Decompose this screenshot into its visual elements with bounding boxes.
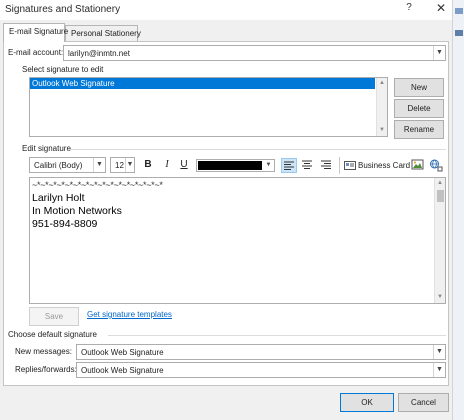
- chevron-down-icon: ▼: [265, 162, 272, 168]
- align-left-icon: [284, 161, 294, 170]
- italic-button[interactable]: I: [160, 157, 174, 174]
- signature-editor[interactable]: ~*~*~*~*~*~*~*~*~*~*~*~*~*~*~*~* Larilyn…: [29, 177, 446, 304]
- chevron-down-icon: ▼: [433, 345, 445, 359]
- business-card-button[interactable]: Business Card: [343, 158, 410, 173]
- font-color-select[interactable]: ▼: [196, 159, 275, 172]
- signature-list[interactable]: Outlook Web Signature ▲ ▼: [29, 77, 388, 137]
- rename-signature-button[interactable]: Rename: [394, 120, 444, 139]
- font-size-select[interactable]: 12 ▼: [110, 157, 135, 173]
- default-signature-label: Choose default signature: [8, 330, 97, 339]
- scroll-up-icon[interactable]: ▲: [377, 78, 387, 89]
- business-card-label: Business Card: [358, 161, 411, 170]
- chevron-down-icon: ▼: [93, 158, 105, 172]
- email-account-value: larilyn@inmtn.net: [68, 49, 130, 58]
- font-color-swatch: [198, 161, 262, 170]
- cancel-button[interactable]: Cancel: [398, 393, 449, 412]
- group-divider: [70, 149, 446, 150]
- background-window-strip: [452, 0, 464, 420]
- email-account-label: E-mail account:: [8, 48, 64, 57]
- font-size-value: 12: [115, 161, 124, 170]
- scroll-up-icon[interactable]: ▲: [435, 178, 445, 189]
- bold-button[interactable]: B: [141, 157, 155, 174]
- hyperlink-icon: [430, 159, 443, 172]
- insert-hyperlink-button[interactable]: [429, 158, 445, 173]
- replies-forwards-value: Outlook Web Signature: [81, 366, 164, 375]
- tab-email-signature[interactable]: E-mail Signature: [3, 23, 68, 42]
- group-divider: [108, 335, 446, 336]
- underline-button[interactable]: U: [177, 157, 191, 174]
- scrollbar-thumb[interactable]: [437, 190, 444, 202]
- help-button[interactable]: ?: [402, 2, 416, 16]
- business-card-icon: [344, 161, 356, 170]
- scroll-down-icon[interactable]: ▼: [377, 125, 387, 136]
- new-signature-button[interactable]: New: [394, 78, 444, 97]
- toolbar-divider: [339, 157, 340, 174]
- ok-button[interactable]: OK: [340, 393, 394, 412]
- signature-name-line: Larilyn Holt: [32, 192, 85, 204]
- window-title: Signatures and Stationery: [5, 4, 121, 15]
- replies-forwards-label: Replies/forwards:: [15, 365, 77, 374]
- new-messages-select[interactable]: Outlook Web Signature ▼: [76, 344, 446, 360]
- save-button[interactable]: Save: [29, 307, 79, 326]
- email-account-select[interactable]: larilyn@inmtn.net ▼: [63, 45, 446, 61]
- signature-company-line: In Motion Networks: [32, 205, 122, 217]
- new-messages-label: New messages:: [15, 347, 72, 356]
- signature-list-scrollbar[interactable]: ▲ ▼: [376, 78, 387, 136]
- font-name-select[interactable]: Calibri (Body) ▼: [29, 157, 106, 173]
- chevron-down-icon: ▼: [125, 158, 134, 172]
- edit-signature-label: Edit signature: [22, 144, 71, 153]
- align-right-button[interactable]: [319, 158, 335, 173]
- tab-personal-stationery[interactable]: Personal Stationery: [65, 25, 141, 41]
- select-signature-label: Select signature to edit: [22, 65, 104, 74]
- signature-separator: ~*~*~*~*~*~*~*~*~*~*~*~*~*~*~*~*: [32, 180, 163, 190]
- font-name-value: Calibri (Body): [34, 161, 83, 170]
- chevron-down-icon: ▼: [433, 363, 445, 377]
- picture-icon: [411, 159, 424, 170]
- close-button[interactable]: ✕: [434, 1, 448, 17]
- chevron-down-icon: ▼: [433, 46, 445, 60]
- insert-picture-button[interactable]: [411, 158, 426, 173]
- align-center-button[interactable]: [300, 158, 316, 173]
- background-app-icon: [455, 30, 463, 36]
- new-messages-value: Outlook Web Signature: [81, 348, 164, 357]
- get-signature-templates-link[interactable]: Get signature templates: [87, 310, 172, 319]
- signature-list-item[interactable]: Outlook Web Signature: [30, 78, 375, 89]
- delete-signature-button[interactable]: Delete: [394, 99, 444, 118]
- align-right-icon: [321, 160, 331, 169]
- editor-scrollbar[interactable]: ▲ ▼: [434, 178, 445, 303]
- align-left-button[interactable]: [281, 158, 297, 173]
- background-app-icon: [455, 8, 463, 14]
- replies-forwards-select[interactable]: Outlook Web Signature ▼: [76, 362, 446, 378]
- signature-phone-line: 951-894-8809: [32, 218, 98, 230]
- align-center-icon: [302, 160, 312, 169]
- scroll-down-icon[interactable]: ▼: [435, 292, 445, 303]
